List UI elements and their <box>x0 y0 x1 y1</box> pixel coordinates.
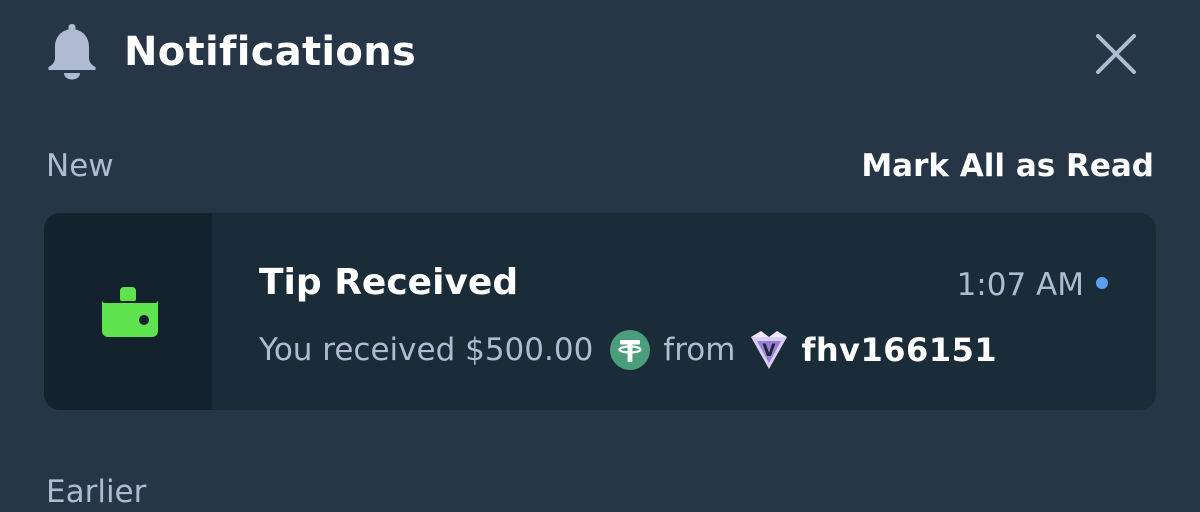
close-icon[interactable] <box>1090 28 1142 80</box>
notification-from-text: from <box>663 332 736 368</box>
tether-icon <box>610 330 651 370</box>
notification-card[interactable]: Tip Received 1:07 AM You received $500.0… <box>44 213 1156 410</box>
page-title: Notifications <box>124 29 417 75</box>
notification-amount-text: You received $500.00 <box>259 332 594 368</box>
sender-username-link[interactable]: fhv166151 <box>801 326 997 374</box>
new-section-header: New Mark All as Read <box>44 142 1156 190</box>
notification-icon-panel <box>44 213 212 410</box>
notification-time: 1:07 AM <box>956 267 1084 303</box>
vip-badge-icon: V <box>751 331 788 369</box>
mark-all-read-button[interactable]: Mark All as Read <box>861 146 1154 186</box>
section-label-new: New <box>46 148 114 184</box>
section-label-earlier: Earlier <box>46 474 147 510</box>
wallet-icon <box>102 287 158 337</box>
notification-title: Tip Received <box>259 262 519 303</box>
unread-dot-icon <box>1096 277 1108 289</box>
bell-icon <box>48 24 96 80</box>
notifications-header: Notifications <box>44 22 1156 86</box>
notification-body: You received $500.00 from V fhv166151 <box>259 326 997 374</box>
vip-badge-letter: V <box>763 341 777 361</box>
